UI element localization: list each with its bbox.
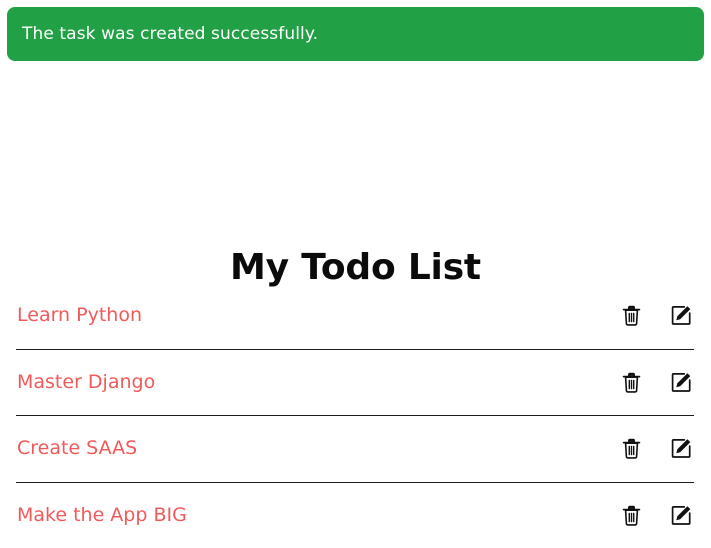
edit-square-pencil-icon[interactable] [670, 304, 692, 328]
todo-item-actions [620, 304, 694, 328]
edit-square-pencil-icon[interactable] [670, 503, 692, 527]
success-alert: The task was created successfully. [7, 7, 704, 61]
edit-square-pencil-icon[interactable] [670, 437, 692, 461]
trash-icon[interactable] [620, 370, 642, 394]
edit-square-pencil-icon[interactable] [670, 370, 692, 394]
todo-list: Learn Python Master Django [16, 283, 694, 548]
todo-item-actions [620, 437, 694, 461]
trash-icon[interactable] [620, 304, 642, 328]
trash-icon[interactable] [620, 437, 642, 461]
todo-item-actions [620, 370, 694, 394]
todo-list-item: Create SAAS [16, 415, 694, 482]
alert-message: The task was created successfully. [22, 24, 318, 44]
todo-list-item: Learn Python [16, 283, 694, 349]
todo-item-title: Make the App BIG [16, 504, 620, 527]
todo-item-title: Create SAAS [16, 437, 620, 460]
todo-item-title: Learn Python [16, 304, 620, 327]
todo-list-item: Make the App BIG [16, 482, 694, 548]
todo-item-title: Master Django [16, 371, 620, 394]
trash-icon[interactable] [620, 503, 642, 527]
todo-item-actions [620, 503, 694, 527]
alert-body: The task was created successfully. [7, 7, 704, 61]
todo-list-item: Master Django [16, 349, 694, 416]
